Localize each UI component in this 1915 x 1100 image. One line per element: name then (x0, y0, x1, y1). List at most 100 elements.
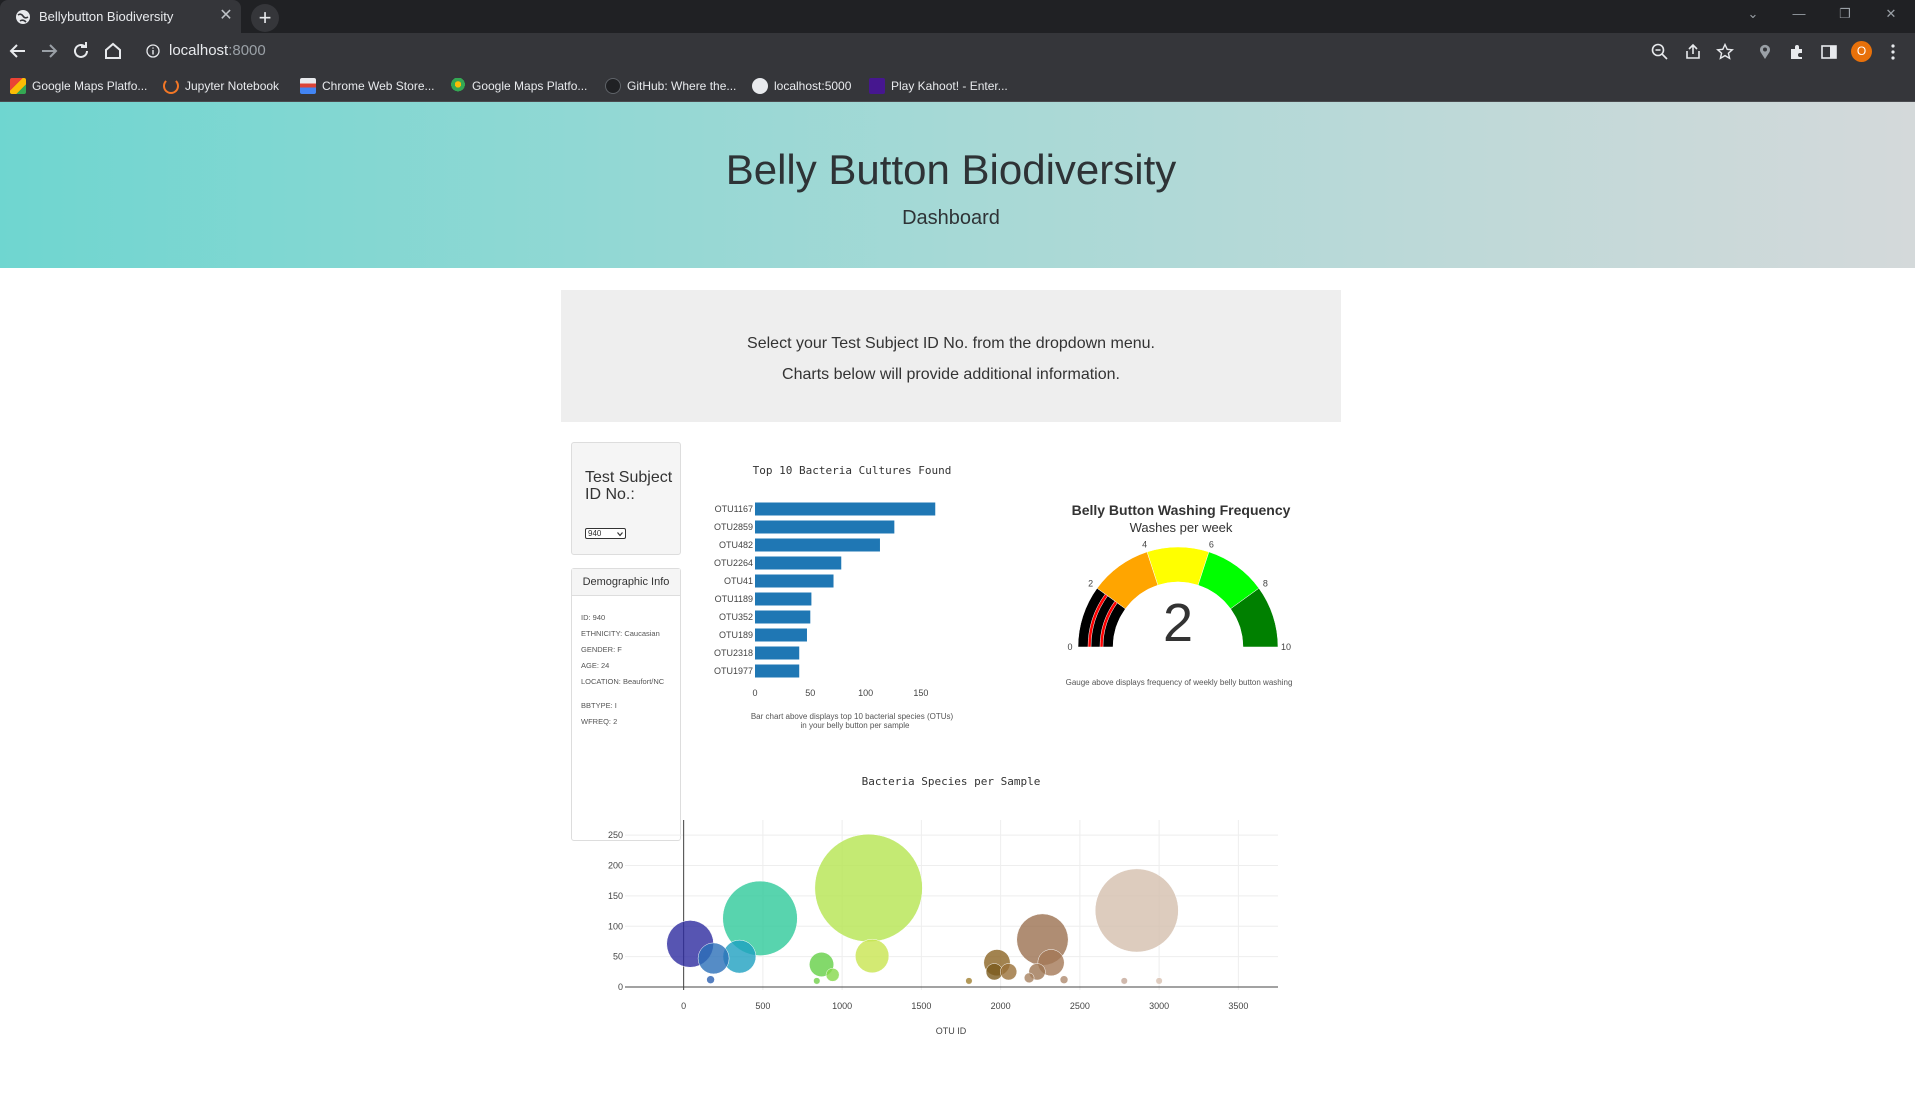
browser-toolbar: localhost:8000 O (0, 33, 1915, 70)
bookmark-item[interactable]: Play Kahoot! - Enter... (869, 76, 1008, 96)
bubble (1023, 972, 1035, 984)
home-icon[interactable] (101, 39, 125, 63)
bookmark-star-icon[interactable] (1715, 42, 1735, 62)
gauge-subtitle: Washes per week (1130, 520, 1233, 535)
close-window-icon[interactable]: ✕ (1868, 0, 1914, 30)
bubble-x-axis-label: OTU ID (936, 1026, 967, 1036)
gauge-tick-label: 0 (1067, 642, 1072, 652)
bar-category-label: OTU2264 (714, 558, 753, 568)
bar-chart[interactable]: Top 10 Bacteria Cultures Found OTU1167 OTU… (714, 464, 954, 730)
bar (755, 538, 880, 552)
profile-avatar[interactable]: O (1851, 41, 1872, 62)
bar-x-tick-label: 0 (752, 688, 757, 698)
kebab-menu-icon[interactable] (1883, 42, 1903, 62)
bubble (1094, 868, 1179, 953)
gauge-chart[interactable]: 0 2 4 6 8 10 Belly Button Washing Frequency Was… (1066, 502, 1293, 687)
bar (755, 610, 811, 624)
bubble (1059, 975, 1069, 984)
bubble (813, 977, 821, 985)
new-tab-button[interactable]: + (251, 4, 279, 32)
bar-chart-title: Top 10 Bacteria Cultures Found (753, 464, 952, 477)
bar-x-tick-label: 50 (805, 688, 815, 698)
bar-category-label: OTU352 (719, 612, 753, 622)
bar-chart-caption: Bar chart above displays top 10 bacteria… (751, 712, 954, 721)
bookmark-item[interactable]: localhost:5000 (752, 76, 851, 96)
bar-category-label: OTU1167 (715, 504, 753, 514)
gauge-tick-label: 10 (1281, 642, 1291, 652)
bar-x-tick-label: 100 (858, 688, 873, 698)
bubble (1000, 963, 1018, 981)
gauge-step (1146, 546, 1210, 586)
url-port: :8000 (228, 42, 266, 59)
location-extension-icon[interactable] (1755, 42, 1775, 62)
bookmark-item[interactable]: GitHub: Where the... (605, 76, 736, 96)
restore-icon[interactable]: ❐ (1822, 0, 1868, 30)
bar (755, 556, 842, 570)
github-icon (605, 78, 621, 94)
bar-category-label: OTU2318 (714, 648, 753, 658)
bubble-x-tick-label: 3000 (1149, 1001, 1169, 1011)
side-panel-icon[interactable] (1819, 42, 1839, 62)
close-tab-icon[interactable]: ✕ (217, 7, 235, 25)
bubble-y-tick-label: 150 (608, 891, 623, 901)
bubble-x-tick-label: 0 (681, 1001, 686, 1011)
bubble-y-tick-label: 200 (608, 861, 623, 871)
bar-category-label: OTU2859 (714, 522, 753, 532)
bar-chart-caption: in your belly button per sample (801, 721, 911, 730)
bar-category-label: OTU1977 (714, 666, 753, 676)
minimize-icon[interactable]: — (1776, 0, 1822, 30)
bubble (697, 942, 730, 975)
bubble-chart-title: Bacteria Species per Sample (862, 775, 1041, 788)
bar (755, 592, 812, 606)
gauge-title: Belly Button Washing Frequency (1072, 502, 1291, 518)
globe-icon (16, 10, 30, 24)
zoom-icon[interactable] (1650, 42, 1670, 62)
forward-arrow-icon[interactable] (37, 39, 61, 63)
gauge-value: 2 (1163, 593, 1193, 653)
bubble (1120, 977, 1128, 985)
gauge-tick-label: 2 (1088, 579, 1093, 589)
browser-tab[interactable]: Bellybutton Biodiversity ✕ (0, 0, 241, 33)
bubble-x-tick-label: 1000 (832, 1001, 852, 1011)
bar (755, 664, 800, 678)
bubble (1155, 977, 1163, 985)
bubble-chart[interactable]: Bacteria Species per Sample0 500 1000 1500 2… (608, 775, 1278, 1036)
tab-title: Bellybutton Biodiversity (39, 9, 174, 24)
bubble-x-tick-label: 3500 (1228, 1001, 1248, 1011)
info-icon[interactable] (146, 44, 160, 58)
jupyter-icon (163, 78, 179, 94)
bubble-x-tick-label: 1500 (911, 1001, 931, 1011)
bar (755, 502, 936, 516)
bookmark-item[interactable]: Google Maps Platfo... (450, 76, 587, 96)
url-host: localhost (169, 42, 229, 59)
kahoot-icon (869, 78, 885, 94)
bubble-x-tick-label: 500 (755, 1001, 770, 1011)
bubble-y-tick-label: 250 (608, 830, 623, 840)
browser-tab-bar: Bellybutton Biodiversity ✕ + ⌄ — ❐ ✕ (0, 0, 1915, 33)
bar (755, 574, 834, 588)
extensions-puzzle-icon[interactable] (1787, 42, 1807, 62)
reload-icon[interactable] (69, 39, 93, 63)
bubble (965, 977, 973, 985)
bar-category-label: OTU41 (724, 576, 753, 586)
bar-x-tick-label: 150 (913, 688, 928, 698)
bookmark-item[interactable]: Jupyter Notebook (163, 76, 279, 96)
bookmarks-bar: Google Maps Platfo... Jupyter Notebook C… (0, 70, 1915, 102)
bookmark-item[interactable]: Google Maps Platfo... (10, 76, 147, 96)
web-store-icon (300, 78, 316, 94)
bubble-x-tick-label: 2000 (991, 1001, 1011, 1011)
tab-search-icon[interactable]: ⌄ (1730, 0, 1776, 30)
bookmark-item[interactable]: Chrome Web Store... (300, 76, 435, 96)
back-arrow-icon[interactable] (6, 39, 30, 63)
bubble (706, 975, 715, 984)
address-bar[interactable]: localhost:8000 (134, 37, 1664, 65)
bubble-y-tick-label: 0 (618, 982, 623, 992)
bubble (825, 967, 840, 982)
share-icon[interactable] (1683, 42, 1703, 62)
bar-category-label: OTU482 (719, 540, 753, 550)
gauge-tick-label: 6 (1209, 539, 1214, 549)
bar (755, 646, 800, 660)
bubble (814, 833, 923, 943)
bubble-x-tick-label: 2500 (1070, 1001, 1090, 1011)
globe-icon (752, 78, 768, 94)
